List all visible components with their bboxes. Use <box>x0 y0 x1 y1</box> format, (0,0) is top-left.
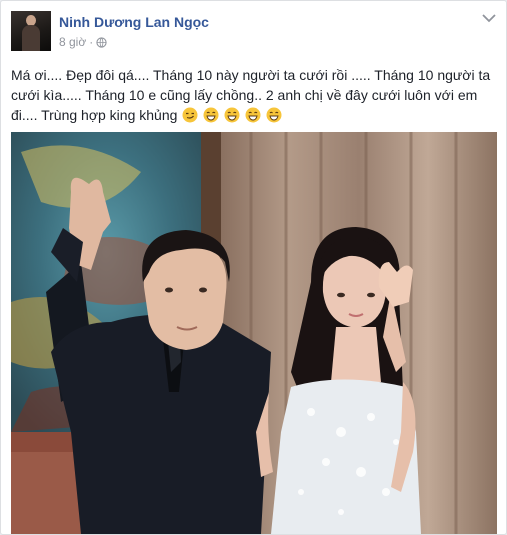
meta-separator: · <box>89 35 94 49</box>
chevron-down-icon[interactable] <box>482 13 496 23</box>
post-text-line-3: đi.... Trùng hợp king khủng <box>11 105 499 125</box>
grin-emoji-icon <box>224 107 240 123</box>
post-text-line-3-text: đi.... Trùng hợp king khủng <box>11 107 178 123</box>
post-text-line-1: Má ơi.... Đẹp đôi qá.... Tháng 10 này ng… <box>11 67 491 83</box>
grin-emoji-icon <box>266 107 282 123</box>
photo-illustration <box>11 132 497 534</box>
post-card: Ninh Dương Lan Ngọc 8 giờ · Má ơi.... Đẹ… <box>0 0 507 535</box>
post-photo[interactable] <box>11 132 497 534</box>
grin-emoji-icon <box>245 107 261 123</box>
grin-emoji-icon <box>203 107 219 123</box>
globe-icon[interactable] <box>96 36 107 48</box>
avatar[interactable] <box>11 11 51 51</box>
post-time[interactable]: 8 giờ <box>59 35 86 49</box>
smirk-emoji-icon <box>182 107 198 123</box>
author-name-link[interactable]: Ninh Dương Lan Ngọc <box>59 14 209 30</box>
avatar-figure-body <box>22 25 40 51</box>
post-meta: 8 giờ · <box>59 35 107 49</box>
post-text: Má ơi.... Đẹp đôi qá.... Tháng 10 này ng… <box>11 65 499 125</box>
post-text-line-2: cưới kìa..... Tháng 10 e cũng lấy chồng.… <box>11 87 478 103</box>
